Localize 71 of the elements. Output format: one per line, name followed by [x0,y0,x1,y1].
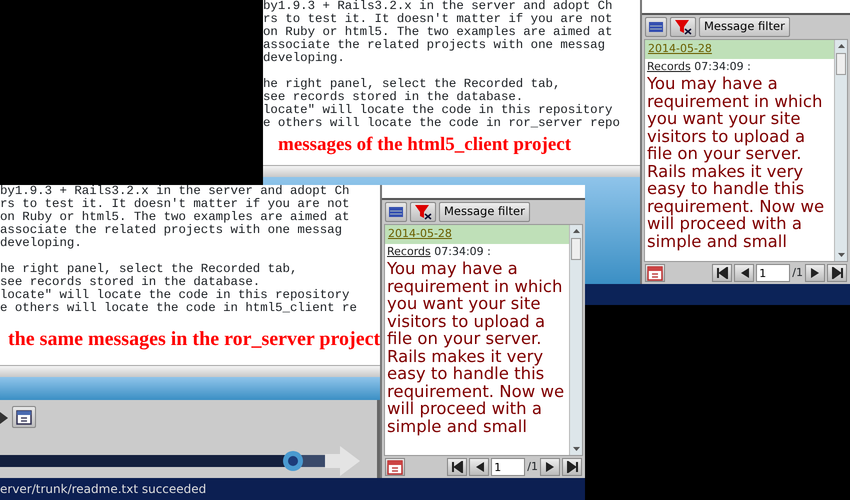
list-lines-icon [389,207,403,217]
vertical-scrollbar[interactable] [834,40,847,261]
document-line: developing. [0,237,82,250]
page-number-field[interactable]: 1 [491,458,526,476]
annotation-text: the same messages in the ror_server project [8,327,380,352]
first-page-icon [716,267,729,279]
last-page-icon [566,461,578,473]
document-line: on Ruby or html5. The two examples are aimed at [0,211,350,224]
message-input-area[interactable] [642,0,850,15]
message-text: You may have a requirement in which you want your site visitors to upload a file on your server. Rails makes it very easy to handle this requirement. Now we will proceed with a simple and small [386,260,566,435]
scroll-thumb[interactable] [836,53,846,75]
last-page-button[interactable] [827,264,847,282]
calendar-icon [387,459,403,475]
previous-page-button[interactable] [734,264,754,282]
page-total: /1 [527,458,538,475]
document-line: he right panel, select the Recorded tab, [263,78,560,91]
calendar-button[interactable] [385,458,405,476]
records-link[interactable]: Records [387,244,431,258]
records-link[interactable]: Records [647,60,691,72]
document-line: e others will locate the code in html5_client re [0,302,357,315]
first-page-button[interactable] [447,458,468,476]
vertical-scrollbar[interactable] [569,225,582,455]
list-view-button[interactable] [645,17,667,37]
calendar-icon [16,409,32,425]
previous-page-button[interactable] [469,458,490,476]
first-page-button[interactable] [712,264,732,282]
document-line: e others will locate the code in ror_server repo [263,117,620,130]
last-page-button[interactable] [562,458,582,476]
document-line: see records stored in the database. [263,91,524,104]
next-icon [808,267,822,279]
scroll-thumb[interactable] [571,238,581,260]
list-lines-icon [649,22,663,32]
document-line: see records stored in the database. [0,276,260,289]
next-page-button[interactable] [540,458,560,476]
message-input-area[interactable] [382,185,585,200]
calendar-button[interactable] [12,406,36,428]
message-filter-button[interactable]: Message filter [699,17,790,37]
calendar-button[interactable] [645,264,665,282]
funnel-cross-icon [414,204,432,220]
document-line: locate" will locate the code in this repository [0,289,350,302]
document-line: associate the related projects with one messag [263,39,606,52]
list-view-button[interactable] [385,202,407,222]
message-text: You may have a requirement in which you want your site visitors to upload a file on your server. Rails makes it very easy to handle this requirement. Now we will proceed with a simple and small [646,75,826,250]
next-icon [544,461,556,473]
horizontal-scrollbar[interactable] [263,165,640,177]
document-line: developing. [263,52,345,65]
document-line: on Ruby or html5. The two examples are aimed at [263,26,612,39]
next-page-button[interactable] [805,264,825,282]
funnel-cross-icon [674,19,692,35]
document-line: locate" will locate the code in this repository [263,104,612,117]
message-time: 07:34:09 : [694,60,751,72]
annotation-text: messages of the html5_client project [278,133,572,157]
arrow-head-icon [325,446,360,476]
timeline-thumb[interactable] [282,450,304,472]
page-total: /1 [792,264,803,281]
document-line: by1.9.3 + Rails3.2.x in the server and adopt Ch [263,0,612,13]
page-number-field[interactable]: 1 [756,264,790,282]
calendar-icon [647,265,663,281]
clear-filter-button[interactable] [670,17,696,37]
first-page-icon [450,461,464,473]
document-line: associate the related projects with one messag [0,224,342,237]
status-text: erver/trunk/readme.txt succeeded [0,481,206,498]
document-line: rs to test it. It doesn't matter if you are not [0,198,350,211]
document-line: rs to test it. It doesn't matter if you are not [263,13,612,26]
message-filter-button[interactable]: Message filter [439,202,530,222]
clear-filter-button[interactable] [410,202,436,222]
horizontal-scrollbar[interactable] [0,365,380,377]
last-page-icon [830,267,844,279]
document-line: by1.9.3 + Rails3.2.x in the server and adopt Ch [0,185,350,198]
message-time: 07:34:09 : [434,244,491,258]
document-line: he right panel, select the Recorded tab, [0,263,298,276]
